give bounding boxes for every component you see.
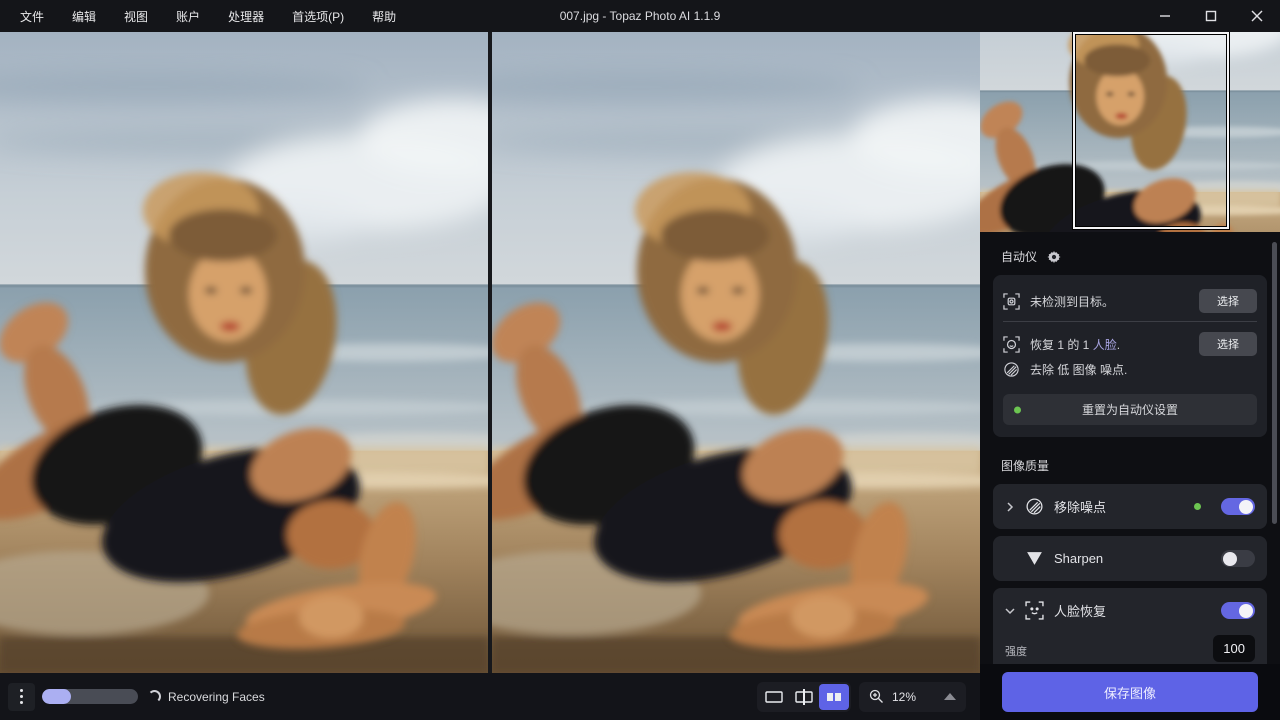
single-view-icon	[765, 690, 783, 704]
select-face-button[interactable]: 选择	[1199, 332, 1257, 356]
divider	[1003, 321, 1257, 322]
sharpen-header[interactable]: Sharpen	[1005, 536, 1255, 581]
remove-noise-toggle[interactable]	[1221, 498, 1255, 515]
noise-remove-text: 去除 低 图像 噪点.	[1030, 361, 1257, 378]
split-view-button[interactable]	[789, 684, 819, 710]
denoise-icon	[1003, 361, 1020, 378]
close-button[interactable]	[1234, 0, 1280, 32]
menu-help[interactable]: 帮助	[362, 4, 406, 29]
zoom-level-value[interactable]: 12%	[892, 690, 922, 704]
beach-photo	[0, 32, 488, 673]
sharpen-label: Sharpen	[1054, 551, 1211, 566]
strength-value[interactable]: 100	[1213, 635, 1255, 662]
progress-bar	[42, 689, 138, 704]
sharpen-icon	[1025, 549, 1044, 568]
minimize-button[interactable]	[1142, 0, 1188, 32]
face-text-link[interactable]: 人脸	[1093, 338, 1117, 352]
face-text-pre: 恢复 1 的 1	[1030, 338, 1093, 352]
minimize-icon	[1159, 10, 1171, 22]
select-subject-button[interactable]: 选择	[1199, 289, 1257, 313]
face-text-post: .	[1117, 338, 1120, 352]
side-by-side-view-button[interactable]	[819, 684, 849, 710]
face-recovery-icon	[1025, 601, 1044, 620]
reset-autopilot-label: 重置为自动仪设置	[1082, 403, 1178, 417]
title-bar: 文件 编辑 视图 账户 处理器 首选项(P) 帮助 007.jpg - Topa…	[0, 0, 1280, 32]
face-recover-text: 恢复 1 的 1 人脸.	[1030, 336, 1189, 353]
chevron-right-icon	[1005, 502, 1015, 512]
view-mode-group	[757, 682, 851, 712]
remove-noise-label: 移除噪点	[1054, 497, 1184, 516]
spinner-icon	[148, 690, 161, 703]
menu-view[interactable]: 视图	[114, 4, 158, 29]
comparison-canvas	[0, 32, 980, 673]
zoom-caret-up-icon[interactable]	[944, 693, 956, 700]
face-recovery-toggle[interactable]	[1221, 602, 1255, 619]
autopilot-header: 自动仪	[1001, 248, 1037, 265]
panel-scrollbar[interactable]	[1272, 242, 1277, 524]
single-view-button[interactable]	[759, 684, 789, 710]
navigator-thumbnail[interactable]	[980, 32, 1280, 232]
remove-noise-header[interactable]: 移除噪点	[1005, 484, 1255, 529]
right-panel: 自动仪 未检测到目标。 选择 恢复 1 的 1 人脸. 选择	[980, 32, 1280, 720]
split-view-icon	[795, 689, 813, 705]
face-detect-icon	[1003, 336, 1020, 353]
menu-edit[interactable]: 编辑	[62, 4, 106, 29]
side-by-side-view-icon	[825, 690, 843, 704]
face-recovery-card: 人脸恢复 强度 100 1人脸选择 选择	[993, 588, 1267, 664]
no-target-text: 未检测到目标。	[1030, 293, 1189, 310]
strength-label: 强度	[1005, 643, 1027, 659]
denoise-icon	[1025, 497, 1044, 516]
menu-file[interactable]: 文件	[10, 4, 54, 29]
before-image-pane[interactable]	[0, 32, 488, 673]
navigator-viewport-rect[interactable]	[1073, 32, 1229, 229]
image-quality-header: 图像质量	[993, 437, 1267, 484]
menu-preferences[interactable]: 首选项(P)	[282, 4, 354, 29]
gear-icon[interactable]	[1047, 250, 1061, 264]
face-recovery-header[interactable]: 人脸恢复	[1005, 588, 1255, 633]
zoom-in-icon[interactable]	[869, 689, 884, 704]
kebab-menu-button[interactable]	[8, 683, 35, 711]
settings-panel: 自动仪 未检测到目标。 选择 恢复 1 的 1 人脸. 选择	[980, 232, 1280, 664]
save-image-button[interactable]: 保存图像	[1002, 672, 1258, 712]
autopilot-card: 未检测到目标。 选择 恢复 1 的 1 人脸. 选择 去除 低 图像 噪点. 重…	[993, 275, 1267, 437]
sharpen-toggle[interactable]	[1221, 550, 1255, 567]
status-bar: Recovering Faces 12%	[0, 673, 980, 720]
beach-photo	[492, 32, 980, 673]
zoom-control: 12%	[859, 682, 966, 712]
save-footer: 保存图像	[980, 664, 1280, 720]
maximize-icon	[1205, 10, 1217, 22]
window-title: 007.jpg - Topaz Photo AI 1.1.9	[560, 9, 721, 23]
progress-fill	[42, 689, 71, 704]
maximize-button[interactable]	[1188, 0, 1234, 32]
subject-detect-icon	[1003, 293, 1020, 310]
green-status-dot	[1194, 503, 1201, 510]
face-recovery-label: 人脸恢复	[1054, 601, 1211, 620]
green-status-dot	[1014, 406, 1021, 413]
reset-autopilot-button[interactable]: 重置为自动仪设置	[1003, 394, 1257, 425]
remove-noise-card: 移除噪点	[993, 484, 1267, 529]
chevron-down-icon	[1005, 606, 1015, 616]
after-image-pane[interactable]	[492, 32, 980, 673]
menu-bar: 文件 编辑 视图 账户 处理器 首选项(P) 帮助	[0, 4, 406, 29]
status-text: Recovering Faces	[168, 690, 265, 704]
menu-processor[interactable]: 处理器	[218, 4, 274, 29]
window-controls	[1142, 0, 1280, 32]
menu-account[interactable]: 账户	[166, 4, 210, 29]
sharpen-card: Sharpen	[993, 536, 1267, 581]
close-icon	[1251, 10, 1263, 22]
